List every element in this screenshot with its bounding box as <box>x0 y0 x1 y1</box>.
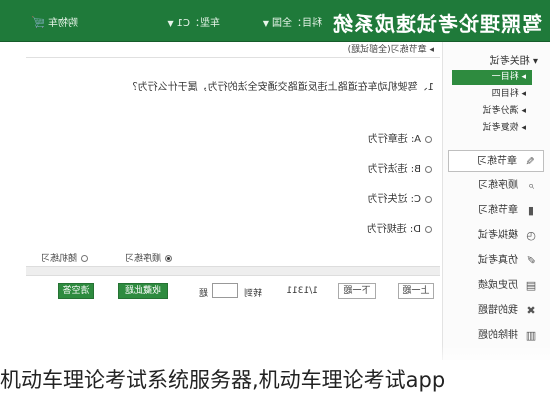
clock-icon: ◷ <box>526 229 536 242</box>
sidebar-item-label: 章节练习 <box>478 205 518 216</box>
jump-input[interactable] <box>212 283 238 298</box>
mode-random[interactable]: 随机练习 <box>41 251 88 264</box>
radio-icon <box>425 165 432 173</box>
mode-sequential[interactable]: 顺序练习 <box>125 251 172 264</box>
sidebar-item[interactable]: ⌕ 顺序练习 <box>448 175 544 197</box>
question-text: 1、驾驶机动车在道路上违反道路交通安全法的行为，属于什么行为？ <box>127 82 434 93</box>
chevron-right-icon: ▸ <box>518 106 526 116</box>
sidebar-subitem[interactable]: ▸ 科目一 <box>452 70 532 85</box>
sidebar-item[interactable]: ◷ 模拟考试 <box>448 225 544 247</box>
page-counter: 1/1311 <box>286 286 318 296</box>
sidebar-item-label: 仿真考试 <box>478 255 518 266</box>
main-content: ▸ 章节练习(全部试题) 1、驾驶机动车在道路上违反道路交通安全法的行为，属于什… <box>0 42 440 360</box>
sidebar-subitem[interactable]: ▸ 科目四 <box>452 87 532 102</box>
bar-chart-icon: ▮ <box>527 204 535 217</box>
option-b[interactable]: B: 违法行为 <box>368 160 432 175</box>
chevron-right-icon: ▸ <box>518 123 526 133</box>
sidebar-item-label: 顺序练习 <box>478 180 518 191</box>
subject-label: 科目：全国 <box>272 18 322 29</box>
sidebar-subitem-label: 科目四 <box>491 89 519 99</box>
car-type-label: 车型：C1 <box>176 18 220 29</box>
sidebar-subitem[interactable]: ▸ 满分考试 <box>452 104 532 119</box>
sidebar-item[interactable]: ▥ 排除的题 <box>448 325 544 347</box>
sidebar-item-label: 章节练习 <box>477 156 517 167</box>
caption: 机动车理论考试系统服务器,机动车理论考试app <box>0 368 446 392</box>
history-icon: ▤ <box>525 279 537 292</box>
chevron-down-icon: ▾ <box>529 56 538 67</box>
radio-icon <box>425 195 432 203</box>
chevron-down-icon: ▼ <box>167 19 174 28</box>
progress-strip <box>26 266 440 276</box>
sidebar-item[interactable]: ✐ 仿真考试 <box>448 250 544 272</box>
prev-button[interactable]: 上一题 <box>398 283 434 299</box>
sidebar-subitem[interactable]: ▸ 恢复考试 <box>452 121 532 136</box>
top-bar: 驾照理论考试速成系统 科目：全国▼ 车型：C1▼ 购物车🛒 <box>0 0 550 42</box>
trash-icon: ▥ <box>525 329 537 342</box>
radio-icon <box>81 255 88 262</box>
sidebar-item-label: 历史成绩 <box>478 280 518 291</box>
side-nav: ▾ 相关考试 ▸ 科目一 ▸ 科目四 ▸ 满分考试 ▸ 恢复考试 ✎ 章节练习 ⌕ 顺序练习… <box>442 42 550 360</box>
breadcrumb: ▸ 章节练习(全部试题) <box>26 42 440 58</box>
collect-button[interactable]: 收藏此题 <box>118 283 168 299</box>
search-icon: ⌕ <box>527 179 535 192</box>
nav-group-title[interactable]: ▾ 相关考试 <box>490 52 538 67</box>
subject-select[interactable]: 科目：全国▼ <box>263 14 322 29</box>
mode-bar: 顺序练习 随机练习 <box>26 250 440 264</box>
clear-answer-button[interactable]: 清空答案 <box>58 283 94 310</box>
sidebar-item-label: 我的错题 <box>478 305 518 316</box>
sidebar-subitem-label: 恢复考试 <box>482 123 519 133</box>
sidebar-item-label: 排除的题 <box>478 330 518 341</box>
sidebar-item[interactable]: ▤ 历史成绩 <box>448 275 544 297</box>
chevron-down-icon: ▼ <box>262 19 269 28</box>
option-c[interactable]: C: 过失行为 <box>367 190 432 205</box>
cart-label: 购物车 <box>48 18 78 29</box>
cart-icon: 🛒 <box>31 16 45 29</box>
sidebar-item[interactable]: ✖ 我的错题 <box>448 300 544 322</box>
cart-link[interactable]: 购物车🛒 <box>31 14 78 29</box>
pencil-icon: ✐ <box>526 254 536 267</box>
radio-selected-icon <box>165 255 172 262</box>
sidebar-subitem-label: 科目一 <box>491 72 519 82</box>
chevron-right-icon: ▸ <box>518 89 526 99</box>
chevron-right-icon: ▸ <box>518 72 526 82</box>
jump-label: 转到 <box>243 289 262 299</box>
sidebar-item[interactable]: ▮ 章节练习 <box>448 200 544 222</box>
radio-icon <box>425 225 432 233</box>
next-button[interactable]: 下一题 <box>338 283 376 299</box>
option-a[interactable]: A: 违章行为 <box>368 130 432 145</box>
pencil-icon: ✎ <box>525 155 535 168</box>
sidebar-item-label: 模拟考试 <box>478 230 518 241</box>
screenshot: 驾照理论考试速成系统 科目：全国▼ 车型：C1▼ 购物车🛒 ▾ 相关考试 ▸ 科… <box>0 0 550 360</box>
car-type-select[interactable]: 车型：C1▼ <box>167 14 220 29</box>
fade-overlay <box>0 345 550 365</box>
jump-suffix: 题 <box>198 289 208 299</box>
app-title: 驾照理论考试速成系统 <box>332 12 542 36</box>
option-d[interactable]: D: 违规行为 <box>367 220 432 235</box>
cross-icon: ✖ <box>526 304 536 317</box>
radio-icon <box>425 135 432 143</box>
sidebar-subitem-label: 满分考试 <box>482 106 519 116</box>
sidebar-item[interactable]: ✎ 章节练习 <box>448 150 544 172</box>
